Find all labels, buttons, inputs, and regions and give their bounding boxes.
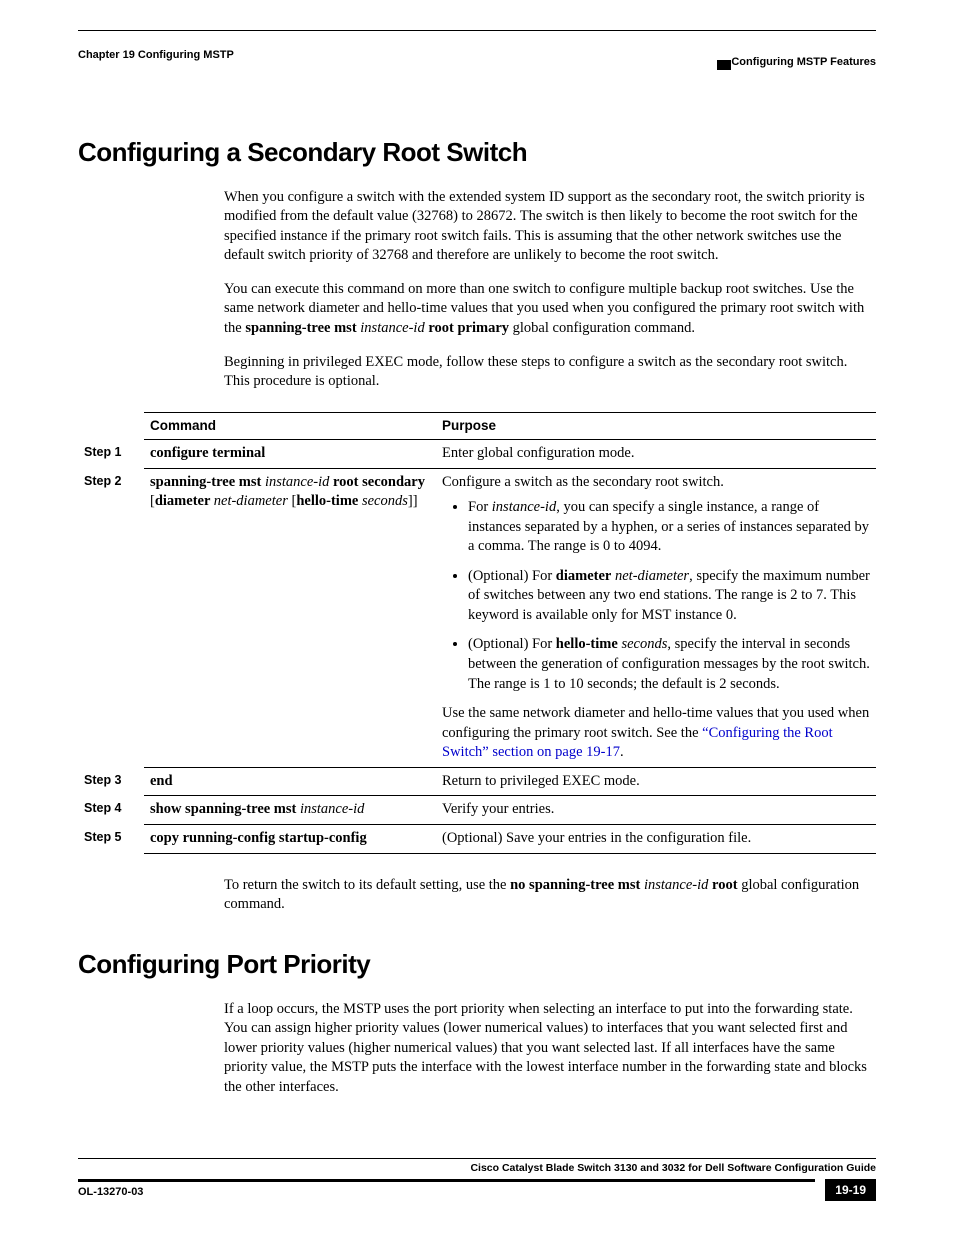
text-bold: show spanning-tree mst — [150, 801, 300, 817]
text-italic: net-diameter — [214, 493, 288, 509]
command-cell: show spanning-tree mst instance-id — [144, 796, 436, 825]
list-item: For instance-id, you can specify a singl… — [468, 498, 870, 557]
text: To return the switch to its default sett… — [224, 877, 510, 893]
paragraph: If a loop occurs, the MSTP uses the port… — [224, 1000, 876, 1098]
paragraph: To return the switch to its default sett… — [224, 876, 876, 915]
header-rule — [78, 30, 876, 31]
step-label: Step 2 — [78, 468, 144, 767]
bullet-list: For instance-id, you can specify a singl… — [442, 498, 870, 694]
text-bold: spanning-tree mst — [245, 320, 356, 336]
text-italic: seconds — [618, 636, 668, 652]
text: . — [620, 744, 624, 760]
command-cell: configure terminal — [144, 439, 436, 468]
list-item: (Optional) For hello-time seconds, speci… — [468, 635, 870, 694]
text-bold: root primary — [428, 320, 509, 336]
table-row: Step 1 configure terminal Enter global c… — [78, 439, 876, 468]
text-italic: net-diameter — [611, 568, 689, 584]
text-italic: instance-id — [300, 801, 364, 817]
text-bold: root — [712, 877, 738, 893]
footer-row: OL-13270-03 19-19 — [78, 1179, 876, 1201]
section-label: Configuring MSTP Features — [731, 55, 876, 70]
text: Use the same network diameter and hello-… — [442, 704, 870, 763]
chapter-label: Chapter 19 Configuring MSTP — [78, 48, 234, 63]
text-bold: diameter — [155, 493, 214, 509]
command-cell: spanning-tree mst instance-id root secon… — [144, 468, 436, 767]
step-label: Step 3 — [78, 767, 144, 796]
text-italic: instance-id — [265, 474, 329, 490]
page-content: Chapter 19 Configuring MSTP Configuring … — [0, 0, 954, 1098]
section-heading-2: Configuring Port Priority — [78, 947, 876, 982]
table-row: Step 2 spanning-tree mst instance-id roo… — [78, 468, 876, 767]
page-number: 19-19 — [825, 1179, 876, 1201]
paragraph: You can execute this command on more tha… — [224, 280, 876, 339]
text: (Optional) For — [468, 636, 556, 652]
purpose-cell: Verify your entries. — [436, 796, 876, 825]
header-marker-icon — [717, 60, 731, 70]
table-row: Step 5 copy running-config startup-confi… — [78, 824, 876, 853]
purpose-cell: Configure a switch as the secondary root… — [436, 468, 876, 767]
text-italic: instance-id — [640, 877, 712, 893]
text: For — [468, 499, 492, 515]
empty-header — [78, 412, 144, 439]
step-label: Step 1 — [78, 439, 144, 468]
text-italic: instance-id — [357, 320, 429, 336]
text-italic: instance-id — [492, 499, 556, 515]
text-bold: no spanning-tree mst — [510, 877, 640, 893]
command-table: Command Purpose Step 1 configure termina… — [78, 412, 876, 854]
text: Configure a switch as the secondary root… — [442, 473, 870, 493]
table-row: Step 4 show spanning-tree mst instance-i… — [78, 796, 876, 825]
text-bold: spanning-tree mst — [150, 474, 265, 490]
text: (Optional) For — [468, 568, 556, 584]
purpose-cell: (Optional) Save your entries in the conf… — [436, 824, 876, 853]
page-footer: Cisco Catalyst Blade Switch 3130 and 303… — [78, 1158, 876, 1201]
section2-body: If a loop occurs, the MSTP uses the port… — [224, 1000, 876, 1098]
purpose-cell: Enter global configuration mode. — [436, 439, 876, 468]
footer-guide-title: Cisco Catalyst Blade Switch 3130 and 303… — [78, 1158, 876, 1175]
purpose-cell: Return to privileged EXEC mode. — [436, 767, 876, 796]
paragraph: When you configure a switch with the ext… — [224, 188, 876, 266]
table-row: Step 3 end Return to privileged EXEC mod… — [78, 767, 876, 796]
footer-doc-id: OL-13270-03 — [78, 1179, 815, 1200]
text-bold: hello-time — [296, 493, 362, 509]
table-header-row: Command Purpose — [78, 412, 876, 439]
command-cell: copy running-config startup-config — [144, 824, 436, 853]
section-heading-1: Configuring a Secondary Root Switch — [78, 135, 876, 170]
text: ]] — [408, 493, 418, 509]
text-italic: seconds — [362, 493, 408, 509]
column-header-command: Command — [144, 412, 436, 439]
text-bold: hello-time — [556, 636, 618, 652]
command-cell: end — [144, 767, 436, 796]
step-label: Step 4 — [78, 796, 144, 825]
running-header: Chapter 19 Configuring MSTP Configuring … — [78, 35, 876, 75]
text-bold: diameter — [556, 568, 612, 584]
list-item: (Optional) For diameter net-diameter, sp… — [468, 567, 870, 626]
text-bold: root secondary — [329, 474, 425, 490]
section1-body: When you configure a switch with the ext… — [224, 188, 876, 392]
paragraph: Beginning in privileged EXEC mode, follo… — [224, 353, 876, 392]
column-header-purpose: Purpose — [436, 412, 876, 439]
text: global configuration command. — [509, 320, 695, 336]
step-label: Step 5 — [78, 824, 144, 853]
section1-after: To return the switch to its default sett… — [224, 876, 876, 915]
